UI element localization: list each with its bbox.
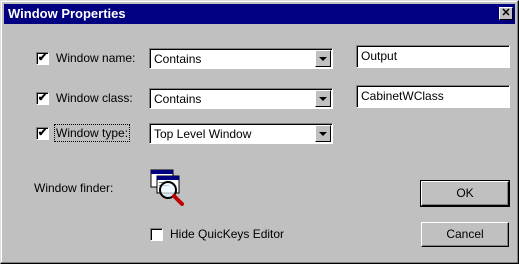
window-name-checkbox[interactable]: ✔ (36, 52, 49, 65)
title-bar: Window Properties ✕ (4, 4, 515, 24)
ok-button[interactable]: OK (420, 180, 510, 207)
hide-editor-checkbox[interactable] (150, 228, 163, 241)
dialog-title: Window Properties (8, 6, 126, 21)
window-type-select[interactable]: Top Level Window (149, 123, 333, 144)
chevron-down-icon[interactable] (315, 50, 331, 67)
window-name-operator-select[interactable]: Contains (149, 48, 333, 69)
window-name-operator-value: Contains (154, 52, 202, 66)
window-finder-label: Window finder: (34, 181, 114, 195)
close-button[interactable]: ✕ (499, 7, 513, 20)
window-properties-dialog: Window Properties ✕ ✔ Window name: Conta… (0, 0, 519, 264)
window-name-field[interactable]: Output (356, 45, 510, 68)
window-class-field[interactable]: CabinetWClass (356, 85, 510, 108)
chevron-down-icon[interactable] (315, 90, 331, 107)
window-type-value: Top Level Window (154, 127, 252, 141)
window-type-checkbox[interactable]: ✔ (36, 127, 49, 140)
window-class-label: Window class: (56, 91, 133, 105)
chevron-down-icon[interactable] (315, 125, 331, 142)
window-class-operator-select[interactable]: Contains (149, 88, 333, 109)
window-name-label: Window name: (56, 51, 136, 65)
window-class-checkbox[interactable]: ✔ (36, 92, 49, 105)
window-finder-magnifier-icon[interactable] (149, 168, 187, 206)
cancel-button[interactable]: Cancel (421, 222, 509, 247)
close-icon: ✕ (501, 7, 511, 19)
hide-editor-label: Hide QuicKeys Editor (170, 227, 285, 241)
window-type-label: Window type: (53, 124, 131, 142)
window-class-operator-value: Contains (154, 92, 202, 106)
